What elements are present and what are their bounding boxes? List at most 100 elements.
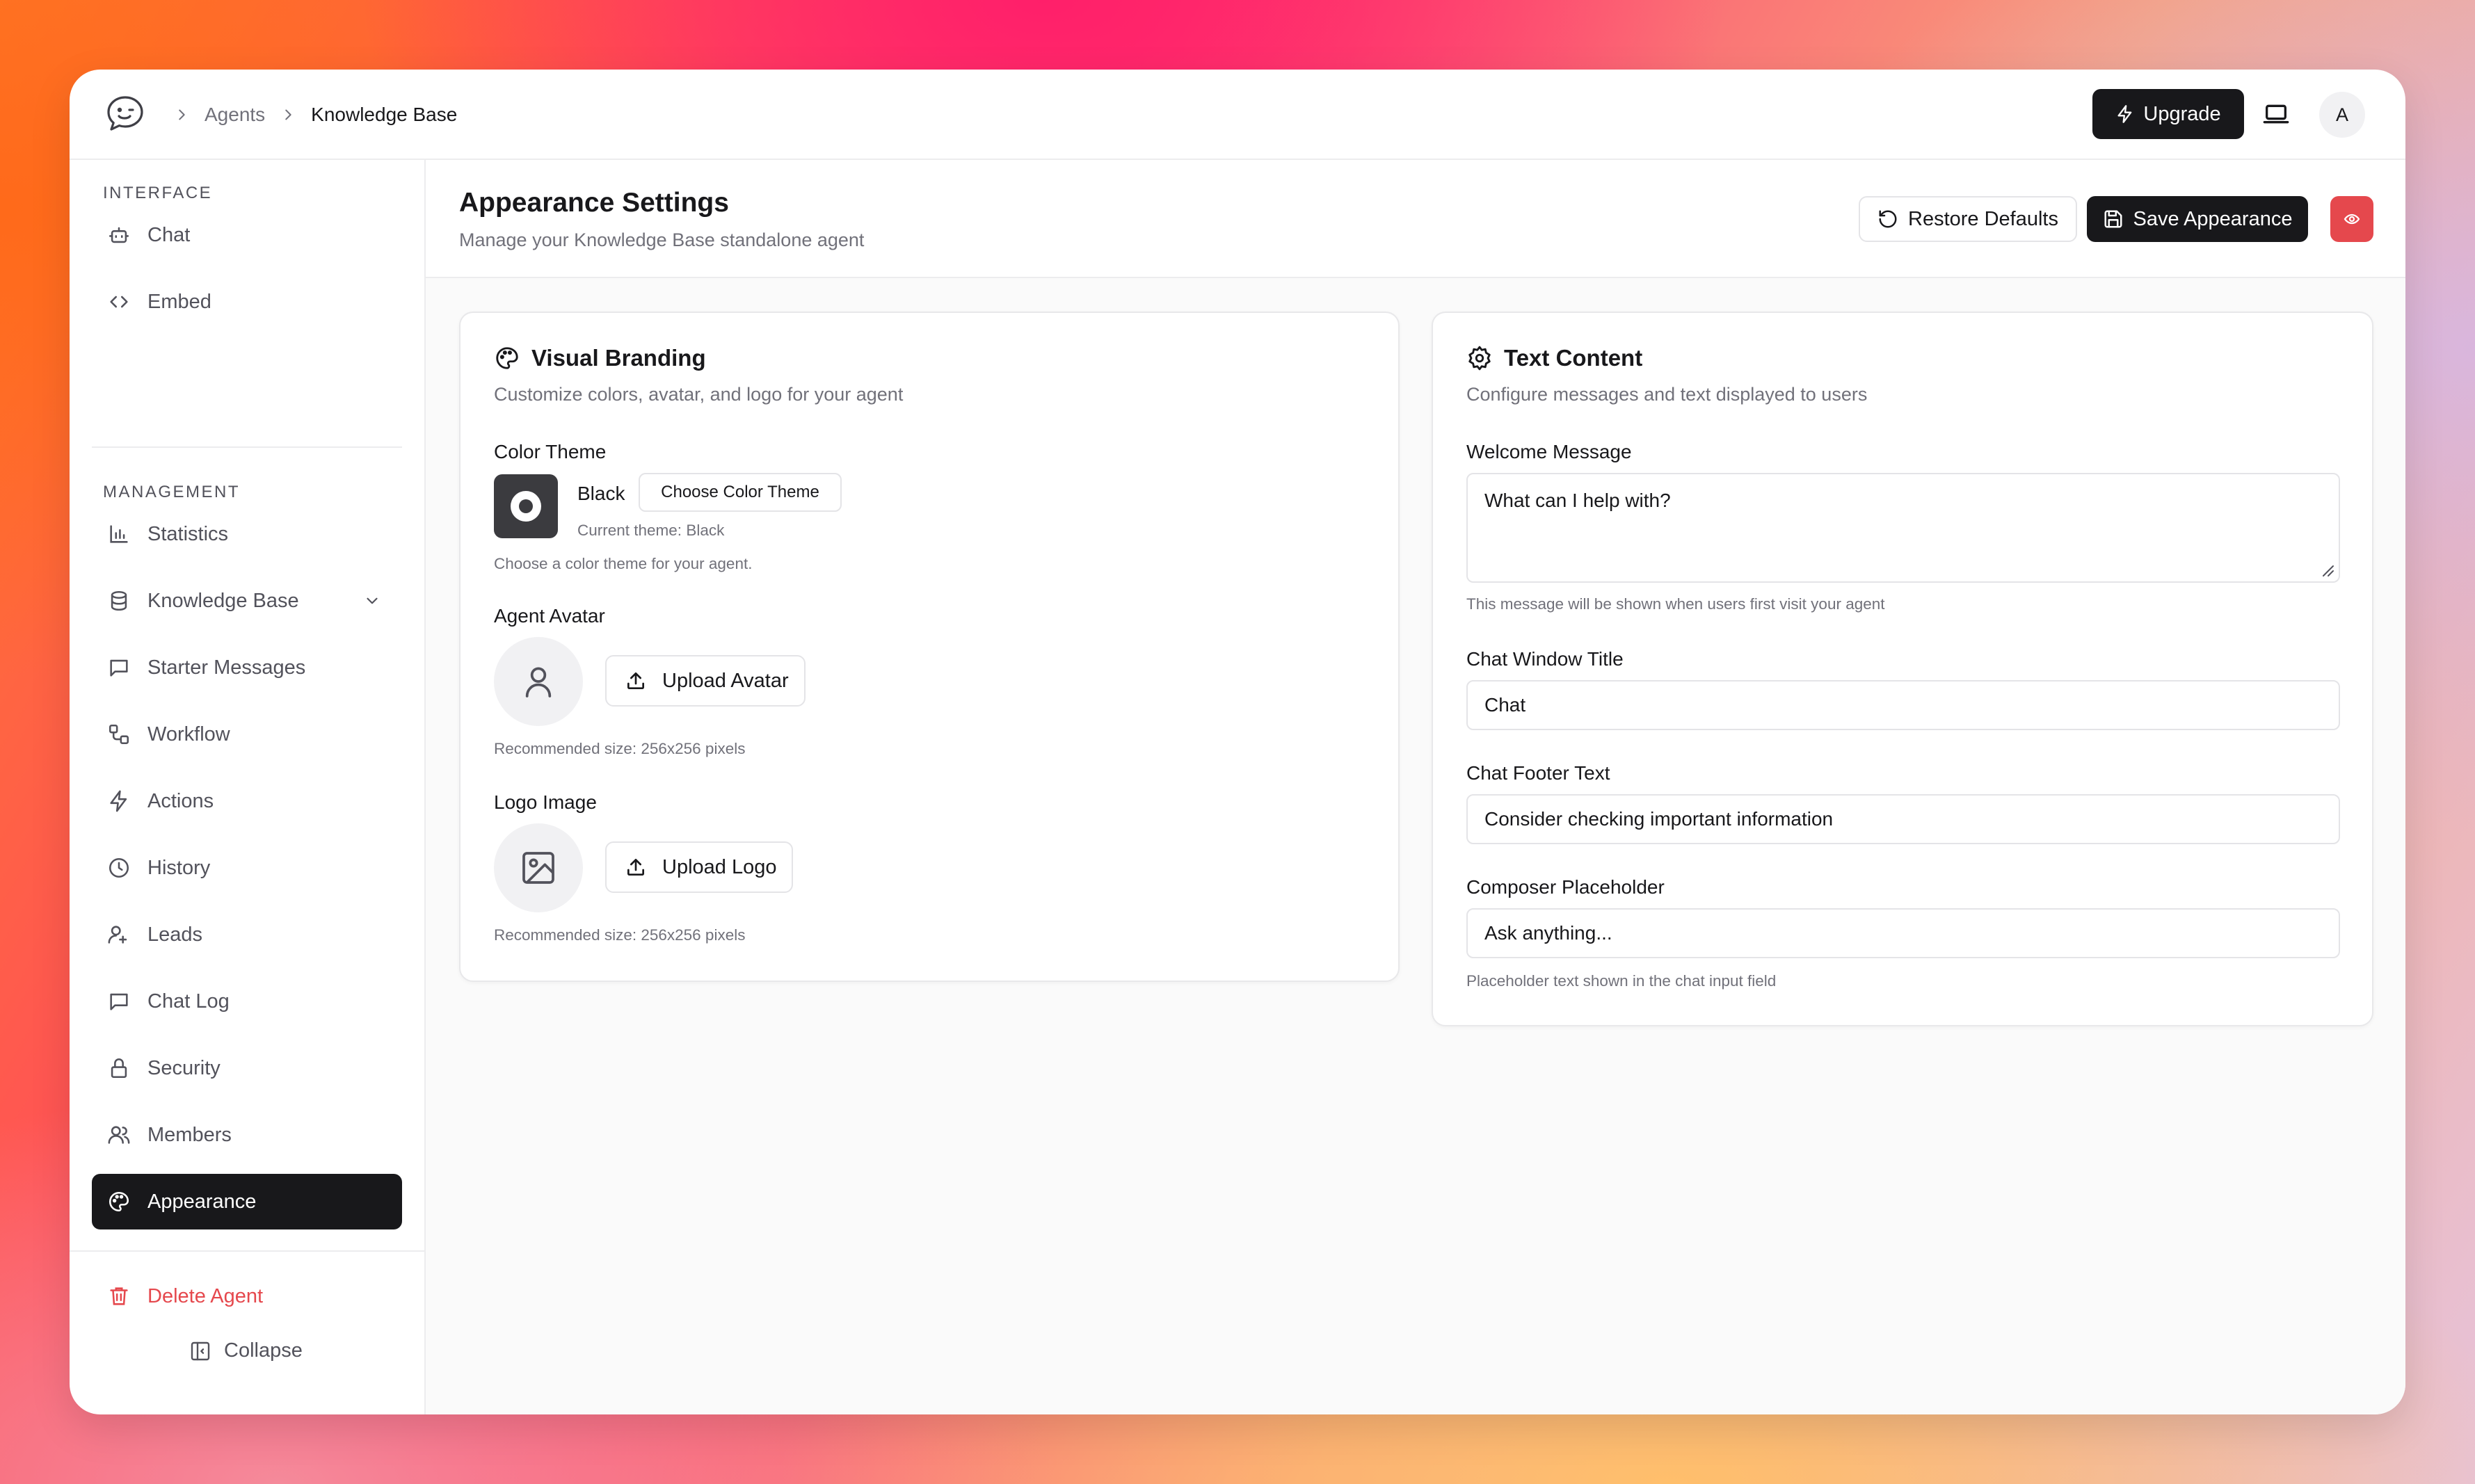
upload-icon <box>627 859 644 876</box>
image-icon <box>522 852 554 884</box>
upgrade-label: Upgrade <box>2143 102 2221 125</box>
agent-avatar-label: Agent Avatar <box>494 605 605 627</box>
restore-defaults-label: Restore Defaults <box>1908 207 2058 230</box>
composer-placeholder-input[interactable]: Ask anything... <box>1466 908 2340 958</box>
theme-swatch[interactable] <box>494 474 558 538</box>
sidebar-item-statistics[interactable]: Statistics <box>92 506 402 562</box>
chat-footer-text-input[interactable]: Consider checking important information <box>1466 794 2340 844</box>
panel-left-icon <box>191 1341 210 1360</box>
composer-placeholder-value: Ask anything... <box>1484 922 1612 944</box>
sidebar-item-label: Chat <box>147 223 191 246</box>
chat-window-title-value: Chat <box>1484 694 1526 716</box>
eye-icon <box>2344 213 2360 225</box>
chat-footer-text-value: Consider checking important information <box>1484 808 1834 830</box>
chevron-down-icon[interactable] <box>363 592 381 610</box>
visual-branding-subtitle: Customize colors, avatar, and logo for y… <box>494 384 904 405</box>
message-square-icon <box>110 993 128 1010</box>
avatar-hint: Recommended size: 256x256 pixels <box>494 740 746 757</box>
sidebar-item-embed[interactable]: Embed <box>92 274 402 330</box>
sidebar-item-label: Embed <box>147 290 211 313</box>
sidebar-item-knowledge-base[interactable]: Knowledge Base <box>92 573 402 629</box>
composer-placeholder-hint: Placeholder text shown in the chat input… <box>1466 972 1777 990</box>
chevron-right-icon <box>285 109 291 120</box>
color-theme-label: Color Theme <box>494 441 607 462</box>
sidebar-bottom-divider <box>70 1250 426 1252</box>
sidebar-item-label: Chat Log <box>147 990 230 1013</box>
breadcrumb-agents[interactable]: Agents <box>205 104 265 126</box>
sidebar-item-label: History <box>147 856 211 879</box>
chevron-right-icon <box>179 109 185 120</box>
page-title: Appearance Settings <box>459 188 729 218</box>
text-content-card: Text Content Configure messages and text… <box>1432 312 2373 1026</box>
sidebar-item-workflow[interactable]: Workflow <box>92 707 402 762</box>
upload-avatar-label: Upload Avatar <box>662 669 789 692</box>
gear-icon <box>1468 346 1491 371</box>
bot-icon <box>109 227 129 243</box>
current-theme-text: Current theme: Black <box>577 522 725 539</box>
restore-defaults-button[interactable]: Restore Defaults <box>1859 196 2077 242</box>
trash-icon <box>110 1287 128 1305</box>
smiley-logo-icon[interactable] <box>104 93 146 135</box>
sidebar-item-label: Actions <box>147 789 214 812</box>
composer-placeholder-label: Composer Placeholder <box>1466 876 1665 898</box>
avatar-preview <box>494 637 583 726</box>
sidebar-item-label: Statistics <box>147 522 229 545</box>
welcome-message-hint: This message will be shown when users fi… <box>1466 595 1885 613</box>
collapse-label: Collapse <box>224 1339 303 1362</box>
breadcrumb-current: Knowledge Base <box>311 104 458 125</box>
sidebar-item-label: Security <box>147 1056 221 1079</box>
preview-button[interactable] <box>2330 196 2373 242</box>
workflow-icon <box>109 724 129 745</box>
zap-icon <box>110 790 127 812</box>
palette-icon <box>496 347 518 369</box>
users-icon <box>108 1126 130 1144</box>
app-window: Agents Knowledge Base Upgrade A INTERFAC… <box>70 70 2405 1414</box>
user-avatar[interactable]: A <box>2319 92 2365 138</box>
visual-branding-title: Visual Branding <box>494 345 706 371</box>
save-appearance-button[interactable]: Save Appearance <box>2087 196 2308 242</box>
save-icon <box>2104 210 2122 228</box>
visual-branding-card: Visual Branding Customize colors, avatar… <box>459 312 1400 982</box>
sidebar-item-appearance[interactable]: Appearance <box>92 1174 402 1229</box>
sidebar-item-members[interactable]: Members <box>92 1107 402 1163</box>
upgrade-button[interactable]: Upgrade <box>2092 89 2244 139</box>
delete-agent-label: Delete Agent <box>147 1284 264 1307</box>
logo-hint: Recommended size: 256x256 pixels <box>494 926 746 944</box>
text-content-title-text: Text Content <box>1504 345 1643 371</box>
collapse-button[interactable]: Collapse <box>189 1339 303 1362</box>
user-plus-icon <box>108 926 127 944</box>
sidebar-item-actions[interactable]: Actions <box>92 773 402 829</box>
sidebar: INTERFACE Chat Embed MANAGEMENT Statisti… <box>70 160 426 1414</box>
sidebar-item-label: Members <box>147 1123 232 1146</box>
chat-footer-text-label: Chat Footer Text <box>1466 762 1610 784</box>
code-icon <box>110 296 128 308</box>
sidebar-item-label: Leads <box>147 923 203 946</box>
upload-icon <box>627 672 644 689</box>
logo-preview <box>494 823 583 912</box>
sidebar-item-history[interactable]: History <box>92 840 402 896</box>
sidebar-item-chat-log[interactable]: Chat Log <box>92 974 402 1029</box>
sidebar-section-interface: INTERFACE <box>103 184 213 202</box>
top-bar: Agents Knowledge Base Upgrade A <box>70 70 2405 160</box>
sidebar-divider <box>92 446 402 448</box>
resize-grip-icon[interactable] <box>2319 562 2334 577</box>
main-content: Appearance Settings Manage your Knowledg… <box>426 160 2405 1414</box>
database-icon <box>111 590 127 611</box>
upload-avatar-button[interactable]: Upload Avatar <box>605 655 806 707</box>
delete-agent-button[interactable]: Delete Agent <box>92 1268 402 1324</box>
sidebar-item-leads[interactable]: Leads <box>92 907 402 962</box>
laptop-icon[interactable] <box>2262 100 2290 128</box>
logo-image-label: Logo Image <box>494 791 597 813</box>
page-header: Appearance Settings Manage your Knowledg… <box>426 160 2405 278</box>
theme-name: Black <box>577 483 625 504</box>
chat-window-title-input[interactable]: Chat <box>1466 680 2340 730</box>
sidebar-item-label: Knowledge Base <box>147 589 299 612</box>
upload-logo-button[interactable]: Upload Logo <box>605 841 794 893</box>
sidebar-item-security[interactable]: Security <box>92 1040 402 1096</box>
sidebar-item-starter-messages[interactable]: Starter Messages <box>92 640 402 695</box>
welcome-message-textarea[interactable]: What can I help with? <box>1466 473 2340 583</box>
choose-color-theme-button[interactable]: Choose Color Theme <box>639 473 842 512</box>
sidebar-item-label: Appearance <box>147 1190 257 1213</box>
welcome-message-label: Welcome Message <box>1466 441 1632 462</box>
sidebar-item-chat[interactable]: Chat <box>92 207 402 263</box>
